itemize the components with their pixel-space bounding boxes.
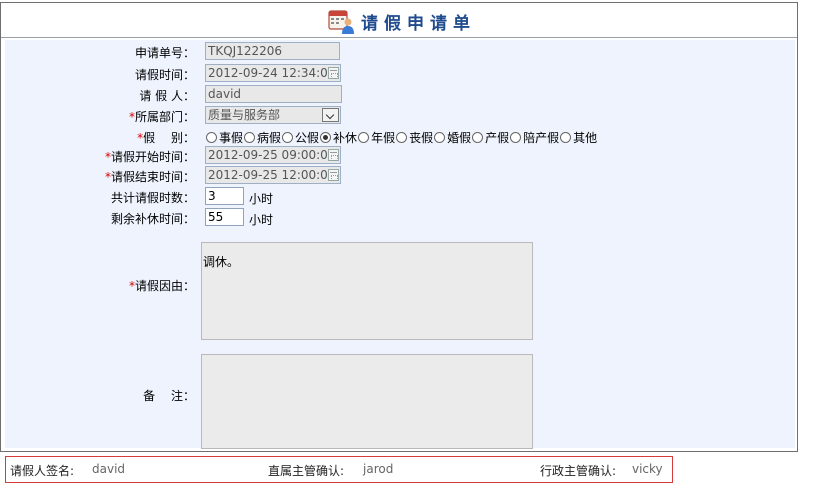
title-text: 请假申请单 [361, 13, 476, 34]
radio-icon[interactable] [358, 132, 370, 143]
remarks-label: 备 注： [143, 389, 195, 403]
radio-option[interactable]: 丧假 [396, 129, 433, 146]
radio-icon[interactable] [510, 132, 522, 143]
radio-icon[interactable] [206, 132, 217, 143]
department-select[interactable]: 质量与服务部 [205, 106, 341, 124]
calendar-icon[interactable] [328, 169, 339, 181]
apply-time-label: 请假时间： [134, 68, 195, 82]
calendar-icon[interactable] [328, 67, 339, 79]
radio-icon[interactable] [434, 132, 446, 143]
radio-icon[interactable] [396, 132, 408, 143]
end-time-field[interactable]: 2012-09-25 12:00:00 [205, 166, 341, 184]
radio-checked-icon[interactable] [320, 132, 332, 143]
radio-option[interactable]: 其他 [560, 129, 597, 146]
department-label: *所属部门： [128, 110, 195, 124]
app-no-label: 申请单号： [134, 46, 195, 60]
supervisor-confirm-value: jarod [363, 462, 394, 476]
total-hours-input[interactable]: 3 [205, 187, 244, 205]
total-hours-label: 共计请假时数： [110, 191, 195, 205]
total-hours-unit: 小时 [249, 192, 274, 206]
leave-type-label: *假 别： [137, 131, 195, 145]
radio-option[interactable]: 事假 [206, 129, 243, 146]
end-time-label: *请假结束时间： [104, 170, 195, 184]
radio-option-selected[interactable]: 补休 [320, 129, 357, 146]
remaining-hours-unit: 小时 [249, 213, 274, 227]
chevron-down-icon[interactable] [322, 108, 339, 122]
app-no-field[interactable]: TKQJ122206 [205, 42, 340, 60]
leave-type-radio-group: 事假 病假 公假 补休 年假 丧假 婚假 产假 陪产假 其他 [206, 129, 598, 146]
reason-label: *请假因由： [128, 279, 195, 293]
radio-icon[interactable] [244, 132, 256, 143]
apply-time-field[interactable]: 2012-09-24 12:34:00 [205, 64, 341, 82]
remaining-hours-label: 剩余补休时间： [110, 212, 195, 226]
radio-icon[interactable] [472, 132, 484, 143]
applicant-signature-value: david [92, 462, 126, 476]
admin-confirm-value: vicky [632, 462, 663, 476]
radio-option[interactable]: 病假 [244, 129, 281, 146]
start-time-field[interactable]: 2012-09-25 09:00:00 [205, 146, 341, 164]
admin-confirm-label: 行政主管确认: [540, 464, 617, 478]
page-title: 请假申请单 [327, 7, 476, 35]
radio-icon[interactable] [560, 132, 572, 143]
radio-option[interactable]: 公假 [282, 129, 319, 146]
reason-textarea[interactable]: 调休。 [201, 242, 533, 340]
applicant-field[interactable]: david [205, 85, 342, 103]
calendar-user-icon [327, 7, 355, 35]
supervisor-confirm-label: 直属主管确认: [268, 464, 345, 478]
title-bar: 请假申请单 [1, 3, 797, 38]
radio-option[interactable]: 产假 [472, 129, 509, 146]
radio-option[interactable]: 陪产假 [510, 129, 559, 146]
signature-row: 请假人签名: david 直属主管确认: jarod 行政主管确认: vicky [5, 456, 673, 483]
remarks-textarea[interactable] [201, 354, 533, 449]
calendar-icon[interactable] [328, 149, 339, 161]
radio-option[interactable]: 婚假 [434, 129, 471, 146]
radio-option[interactable]: 年假 [358, 129, 395, 146]
remaining-hours-input[interactable]: 55 [205, 208, 244, 226]
start-time-label: *请假开始时间： [104, 150, 195, 164]
applicant-signature-label: 请假人签名: [10, 464, 75, 478]
applicant-label: 请 假 人： [139, 89, 195, 103]
radio-icon[interactable] [282, 132, 294, 143]
